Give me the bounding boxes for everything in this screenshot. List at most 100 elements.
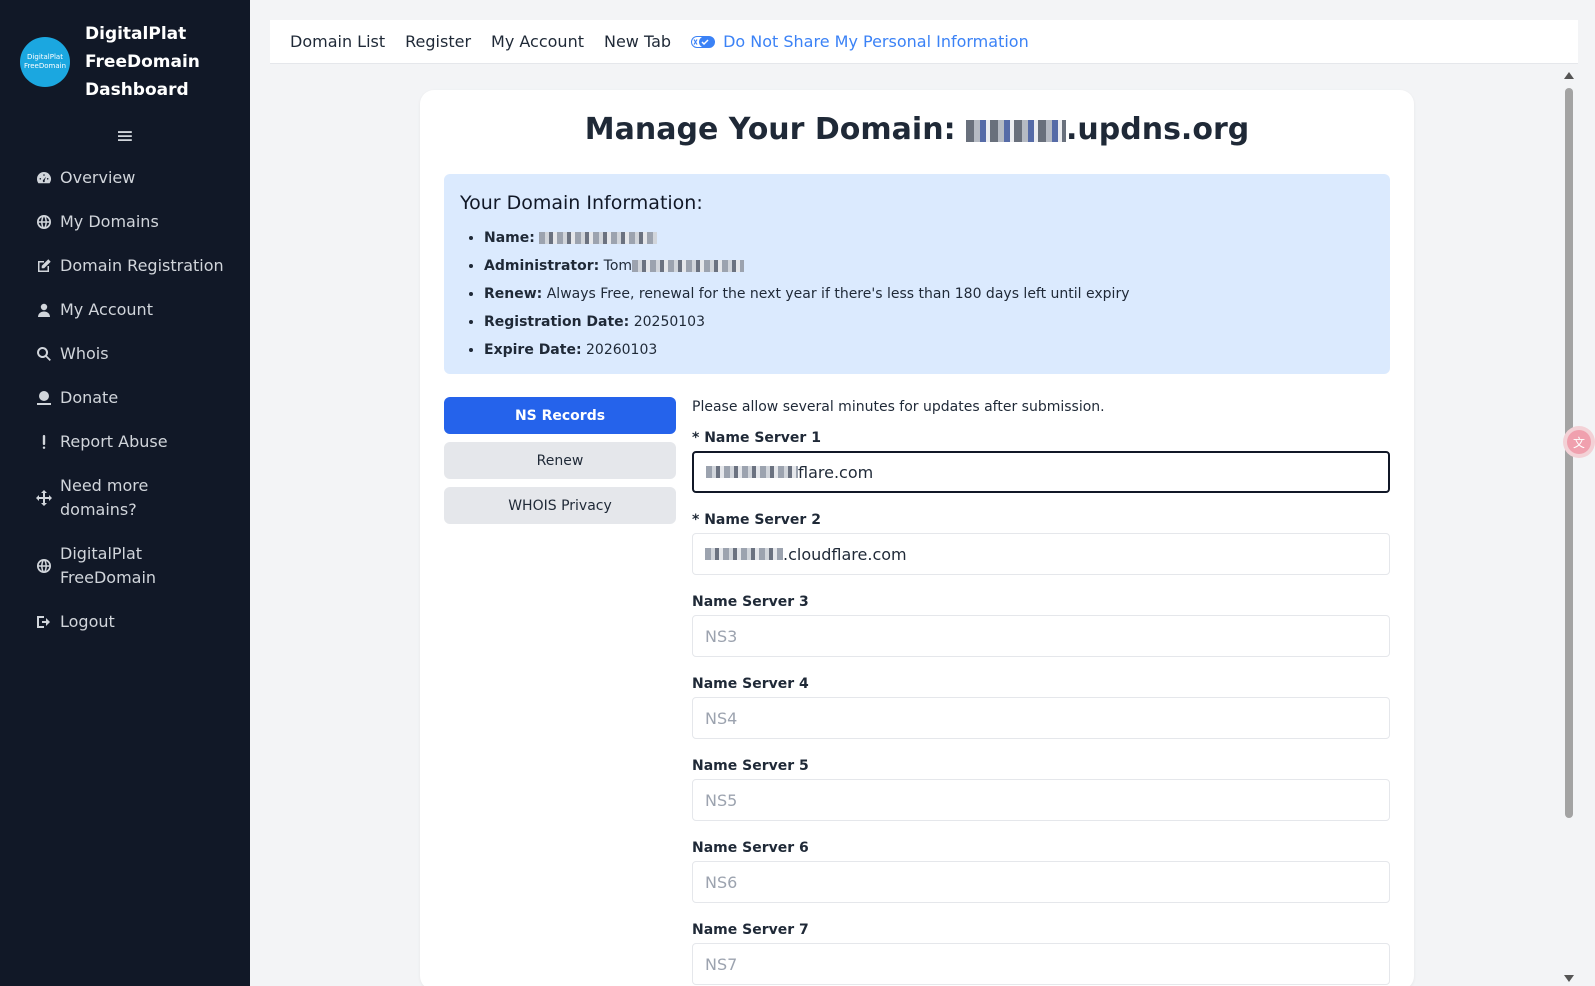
info-admin-value: Tom bbox=[603, 258, 633, 274]
ns5-input[interactable]: NS5 bbox=[692, 779, 1390, 821]
sidebar-item-report-abuse[interactable]: Report Abuse bbox=[0, 430, 250, 454]
info-reg-label: Registration Date: bbox=[484, 314, 630, 330]
ns1-value-suffix: flare.com bbox=[798, 462, 874, 482]
donate-icon bbox=[36, 390, 52, 406]
redacted-name-value bbox=[539, 232, 658, 244]
sidebar-item-need-more-domains[interactable]: Need more domains? bbox=[0, 474, 250, 522]
logout-icon bbox=[36, 614, 52, 630]
ns3-field: Name Server 3 NS3 bbox=[692, 591, 1390, 657]
sidebar-item-label: Overview bbox=[60, 168, 136, 187]
info-expire-date: Expire Date: 20260103 bbox=[484, 336, 1374, 364]
info-expire-value: 20260103 bbox=[586, 342, 658, 358]
ns1-label: * Name Server 1 bbox=[692, 430, 821, 446]
sidebar-item-label: Domain Registration bbox=[60, 256, 224, 275]
sidebar-nav: Overview My Domains Domain Registration … bbox=[0, 166, 250, 634]
redacted-ns1-value bbox=[706, 466, 798, 478]
edit-icon bbox=[36, 258, 52, 274]
update-notice: Please allow several minutes for updates… bbox=[692, 399, 1105, 415]
sidebar-item-label: Whois bbox=[60, 344, 109, 363]
scroll-up-arrow-icon[interactable] bbox=[1564, 72, 1574, 79]
ns6-input[interactable]: NS6 bbox=[692, 861, 1390, 903]
sidebar-item-label: Donate bbox=[60, 388, 119, 407]
sidebar-item-my-domains[interactable]: My Domains bbox=[0, 210, 250, 234]
page-title-suffix: .updns.org bbox=[1066, 112, 1250, 147]
info-renew-value: Always Free, renewal for the next year i… bbox=[546, 286, 1130, 302]
ns7-label: Name Server 7 bbox=[692, 922, 809, 938]
sidebar: DigitalPlat FreeDomain DigitalPlat FreeD… bbox=[0, 0, 250, 986]
brand-title: DigitalPlat FreeDomain Dashboard bbox=[85, 20, 235, 104]
search-icon bbox=[36, 346, 52, 362]
sidebar-item-donate[interactable]: Donate bbox=[0, 386, 250, 410]
scroll-down-arrow-icon[interactable] bbox=[1564, 975, 1574, 982]
tab-renew[interactable]: Renew bbox=[444, 442, 676, 479]
ns4-field: Name Server 4 NS4 bbox=[692, 673, 1390, 739]
ns1-input[interactable]: flare.com bbox=[692, 451, 1390, 493]
logo-text-2: FreeDomain bbox=[23, 62, 67, 70]
page-title-prefix: Manage Your Domain: bbox=[584, 112, 967, 147]
info-registration-date: Registration Date: 20250103 bbox=[484, 308, 1374, 336]
sidebar-item-my-account[interactable]: My Account bbox=[0, 298, 250, 322]
privacy-toggle-icon bbox=[691, 35, 716, 48]
info-admin-label: Administrator: bbox=[484, 258, 600, 274]
ns3-label: Name Server 3 bbox=[692, 594, 809, 610]
ns4-input[interactable]: NS4 bbox=[692, 697, 1390, 739]
brand-line-1: DigitalPlat bbox=[85, 24, 187, 44]
sidebar-item-overview[interactable]: Overview bbox=[0, 166, 250, 190]
ns4-label: Name Server 4 bbox=[692, 676, 809, 692]
nav-my-account[interactable]: My Account bbox=[491, 32, 584, 51]
ns2-value-suffix: .cloudflare.com bbox=[783, 544, 907, 564]
sidebar-item-label: Report Abuse bbox=[60, 432, 168, 451]
logo: DigitalPlat FreeDomain bbox=[20, 37, 70, 87]
redacted-ns2-value bbox=[705, 548, 783, 560]
brand-line-3: Dashboard bbox=[85, 80, 189, 100]
ns7-input[interactable]: NS7 bbox=[692, 943, 1390, 985]
section-tabs: NS Records Renew WHOIS Privacy bbox=[444, 397, 676, 532]
dashboard-gauge-icon bbox=[36, 170, 52, 186]
page-scrollbar[interactable] bbox=[1562, 66, 1576, 986]
sidebar-item-label: My Account bbox=[60, 300, 153, 319]
ns3-input[interactable]: NS3 bbox=[692, 615, 1390, 657]
translate-icon: 文 bbox=[1567, 430, 1591, 454]
brand[interactable]: DigitalPlat FreeDomain DigitalPlat FreeD… bbox=[0, 0, 250, 104]
manage-domain-card: Manage Your Domain: .updns.org Your Doma… bbox=[420, 90, 1414, 986]
sidebar-item-digitalplat-freedomain[interactable]: DigitalPlat FreeDomain bbox=[0, 542, 250, 590]
ns7-field: Name Server 7 NS7 bbox=[692, 919, 1390, 985]
page-title: Manage Your Domain: .updns.org bbox=[420, 112, 1414, 147]
info-reg-value: 20250103 bbox=[633, 314, 705, 330]
exclamation-icon bbox=[36, 434, 52, 450]
ns2-input[interactable]: .cloudflare.com bbox=[692, 533, 1390, 575]
sidebar-item-domain-registration[interactable]: Domain Registration bbox=[0, 254, 250, 278]
sidebar-item-logout[interactable]: Logout bbox=[0, 610, 250, 634]
domain-info-heading: Your Domain Information: bbox=[460, 192, 703, 214]
info-name: Name: bbox=[484, 224, 1374, 252]
nav-register[interactable]: Register bbox=[405, 32, 471, 51]
sidebar-item-label: Need more domains? bbox=[60, 476, 149, 519]
nav-domain-list[interactable]: Domain List bbox=[290, 32, 385, 51]
user-icon bbox=[36, 302, 52, 318]
info-renew: Renew: Always Free, renewal for the next… bbox=[484, 280, 1374, 308]
logo-text-1: DigitalPlat bbox=[27, 53, 63, 61]
ns5-label: Name Server 5 bbox=[692, 758, 809, 774]
top-nav: Domain List Register My Account New Tab … bbox=[270, 20, 1578, 64]
nav-privacy-link[interactable]: Do Not Share My Personal Information bbox=[691, 32, 1029, 51]
ns2-label: * Name Server 2 bbox=[692, 512, 821, 528]
tab-ns-records[interactable]: NS Records bbox=[444, 397, 676, 434]
domain-info-panel: Your Domain Information: Name: Administr… bbox=[444, 174, 1390, 374]
sidebar-item-label: DigitalPlat FreeDomain bbox=[60, 544, 157, 587]
ns1-field: * Name Server 1 flare.com bbox=[692, 427, 1390, 493]
redacted-domain-name bbox=[966, 119, 1067, 142]
info-administrator: Administrator: Tom bbox=[484, 252, 1374, 280]
translate-button[interactable]: 文 bbox=[1563, 426, 1595, 458]
redacted-admin-value bbox=[632, 260, 745, 272]
info-renew-label: Renew: bbox=[484, 286, 543, 302]
nav-new-tab[interactable]: New Tab bbox=[604, 32, 671, 51]
move-arrows-icon bbox=[36, 490, 52, 506]
ns5-field: Name Server 5 NS5 bbox=[692, 755, 1390, 821]
tab-whois-privacy[interactable]: WHOIS Privacy bbox=[444, 487, 676, 524]
sidebar-item-whois[interactable]: Whois bbox=[0, 342, 250, 366]
ns6-field: Name Server 6 NS6 bbox=[692, 837, 1390, 903]
globe-icon bbox=[36, 214, 52, 230]
ns2-field: * Name Server 2 .cloudflare.com bbox=[692, 509, 1390, 575]
sidebar-item-label: Logout bbox=[60, 612, 115, 631]
hamburger-icon[interactable]: ≡ bbox=[0, 124, 250, 154]
